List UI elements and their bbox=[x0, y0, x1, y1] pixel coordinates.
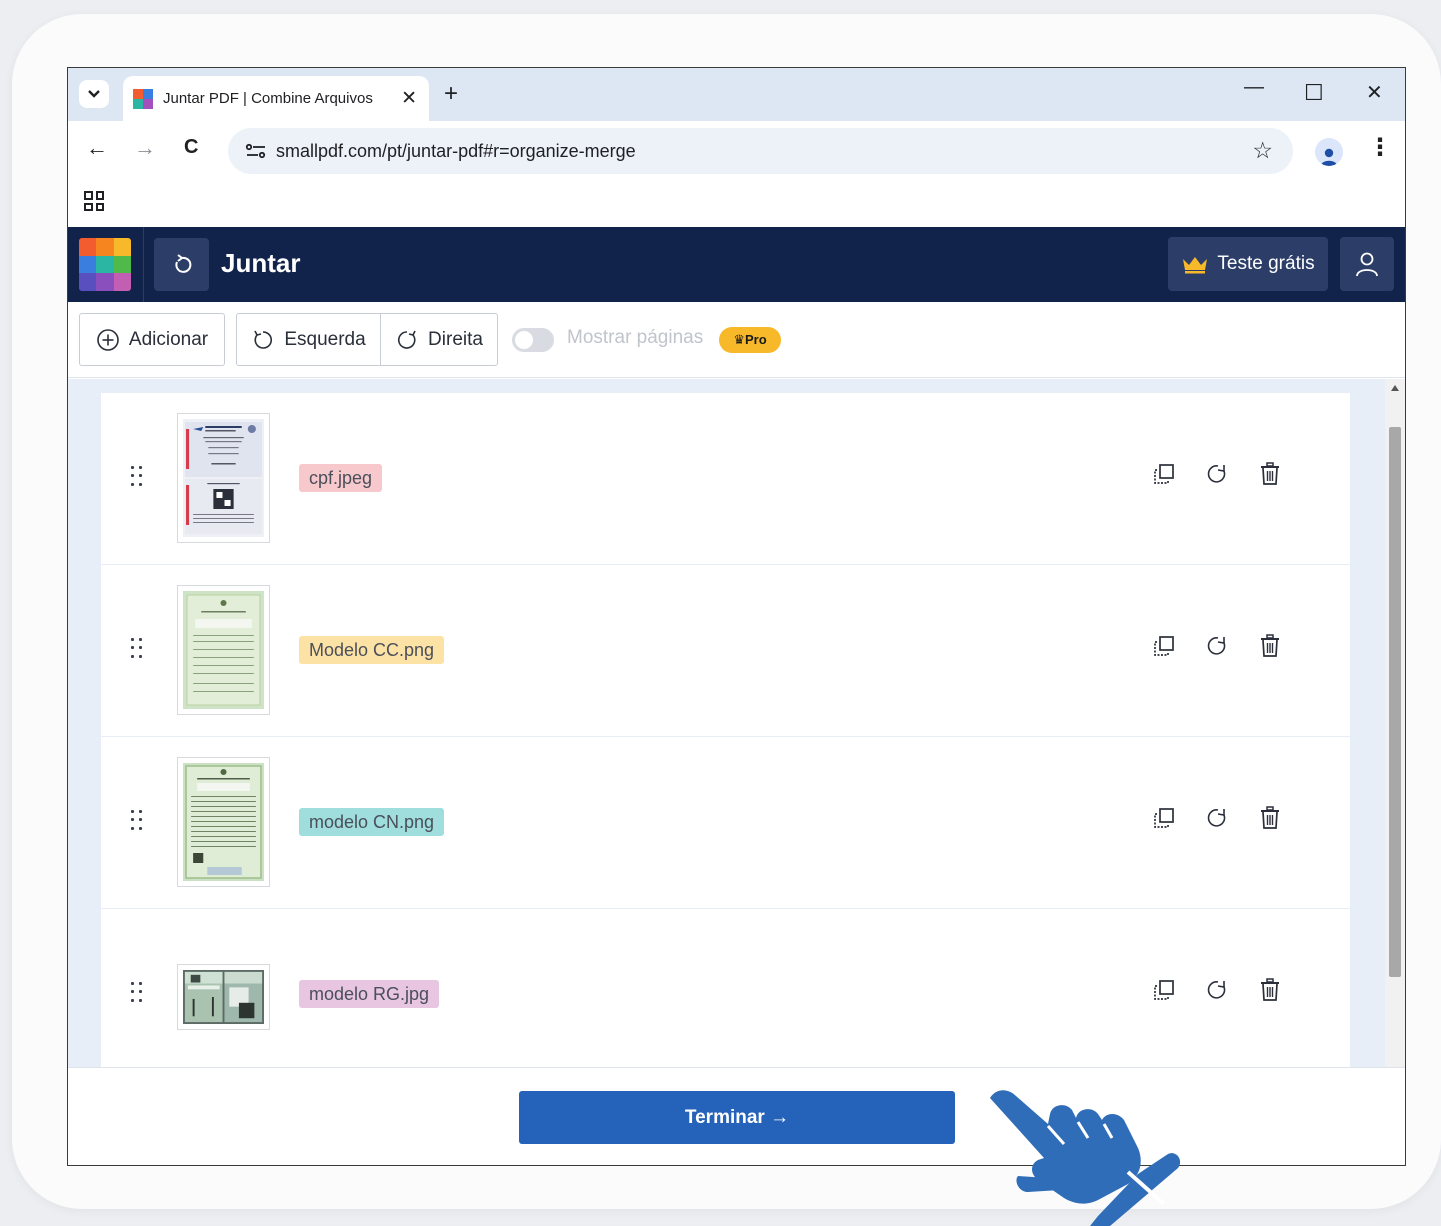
person-icon bbox=[1321, 148, 1337, 166]
browser-menu-icon[interactable]: ⋮ bbox=[1368, 133, 1392, 162]
show-pages-toggle[interactable] bbox=[512, 328, 554, 352]
scrollbar[interactable] bbox=[1385, 379, 1405, 1067]
rotate-left-icon bbox=[254, 330, 273, 349]
rotate-icon[interactable] bbox=[1204, 977, 1230, 1003]
file-name-tag: modelo RG.jpg bbox=[299, 980, 440, 1008]
rotate-left-label: Esquerda bbox=[284, 328, 366, 350]
maximize-button[interactable]: ☐ bbox=[1304, 80, 1324, 106]
back-button[interactable]: ← bbox=[86, 135, 108, 161]
finish-button[interactable]: Terminar → bbox=[519, 1091, 955, 1144]
rotate-right-button[interactable]: Direita bbox=[380, 313, 498, 366]
rotate-right-icon bbox=[398, 330, 416, 349]
drag-handle-icon[interactable] bbox=[131, 982, 143, 1004]
trash-icon[interactable] bbox=[1257, 805, 1283, 831]
smallpdf-logo[interactable] bbox=[79, 238, 131, 291]
header-divider bbox=[143, 227, 144, 302]
browser-window: Juntar PDF | Combine Arquivos ✕ + — ☐ ✕ … bbox=[67, 67, 1406, 1166]
trash-icon[interactable] bbox=[1257, 461, 1283, 487]
file-name-tag: modelo CN.png bbox=[299, 808, 445, 836]
app-header: Juntar Teste grátis bbox=[68, 227, 1405, 302]
apps-grid-icon[interactable] bbox=[84, 191, 104, 211]
file-list-area: cpf.jpeg Modelo CC.png modelo CN.png mod… bbox=[68, 379, 1405, 1067]
pointing-hand-icon bbox=[990, 1090, 1181, 1226]
undo-icon bbox=[174, 253, 191, 273]
minimize-button[interactable]: — bbox=[1244, 76, 1264, 99]
bookmark-star-icon[interactable]: ☆ bbox=[1252, 137, 1273, 164]
scroll-up-arrow-icon[interactable] bbox=[1391, 385, 1399, 391]
url-text: smallpdf.com/pt/juntar-pdf#r=organize-me… bbox=[276, 140, 636, 161]
file-row[interactable]: modelo RG.jpg bbox=[101, 909, 1350, 1067]
user-icon bbox=[1356, 252, 1378, 277]
trash-icon[interactable] bbox=[1257, 977, 1283, 1003]
plus-circle-icon bbox=[97, 328, 119, 351]
bookmarks-bar bbox=[68, 178, 1405, 227]
omnibox[interactable]: smallpdf.com/pt/juntar-pdf#r=organize-me… bbox=[228, 128, 1293, 174]
toolbar: Adicionar Esquerda Direita Mostrar págin… bbox=[68, 302, 1405, 378]
file-name-tag: cpf.jpeg bbox=[299, 464, 383, 492]
cc-document-preview bbox=[183, 591, 264, 709]
free-trial-button[interactable]: Teste grátis bbox=[1168, 237, 1328, 291]
file-row[interactable]: cpf.jpeg bbox=[101, 393, 1350, 564]
free-trial-label: Teste grátis bbox=[1217, 253, 1315, 274]
user-account-button[interactable] bbox=[1340, 237, 1394, 291]
file-thumbnail bbox=[177, 585, 270, 715]
drag-handle-icon[interactable] bbox=[131, 466, 143, 488]
cn-document-preview bbox=[183, 763, 264, 881]
tab-close-icon[interactable]: ✕ bbox=[401, 87, 417, 110]
undo-button[interactable] bbox=[154, 238, 209, 291]
file-list: cpf.jpeg Modelo CC.png modelo CN.png mod… bbox=[101, 393, 1350, 1067]
duplicate-icon[interactable] bbox=[1151, 805, 1177, 831]
site-info-icon bbox=[245, 143, 266, 159]
rotate-left-button[interactable]: Esquerda bbox=[236, 313, 381, 366]
app-title: Juntar bbox=[221, 248, 301, 278]
drag-handle-icon[interactable] bbox=[131, 810, 143, 832]
tab-search-button[interactable] bbox=[79, 80, 109, 108]
chevron-down-icon bbox=[88, 90, 100, 98]
reload-button[interactable]: C bbox=[184, 136, 198, 159]
crown-icon bbox=[1183, 257, 1208, 274]
file-row[interactable]: Modelo CC.png bbox=[101, 565, 1350, 736]
smallpdf-favicon-icon bbox=[133, 88, 153, 109]
scroll-thumb[interactable] bbox=[1389, 427, 1401, 977]
file-thumbnail bbox=[177, 757, 270, 887]
close-window-button[interactable]: ✕ bbox=[1366, 80, 1383, 105]
address-bar-row: ← → C smallpdf.com/pt/juntar-pdf#r=organ… bbox=[68, 121, 1405, 178]
profile-avatar[interactable] bbox=[1315, 138, 1343, 166]
browser-tab[interactable]: Juntar PDF | Combine Arquivos ✕ bbox=[123, 76, 429, 121]
cpf-document-preview bbox=[183, 419, 264, 537]
file-thumbnail bbox=[177, 413, 270, 543]
tab-bar: Juntar PDF | Combine Arquivos ✕ + — ☐ ✕ bbox=[68, 68, 1405, 121]
rotate-right-label: Direita bbox=[428, 328, 483, 350]
forward-button[interactable]: → bbox=[134, 135, 156, 161]
file-row[interactable]: modelo CN.png bbox=[101, 737, 1350, 908]
add-label: Adicionar bbox=[128, 328, 209, 350]
rotate-icon[interactable] bbox=[1204, 805, 1230, 831]
show-pages-label: Mostrar páginas bbox=[567, 327, 704, 348]
rotate-icon[interactable] bbox=[1204, 633, 1230, 659]
tab-title: Juntar PDF | Combine Arquivos bbox=[163, 90, 373, 107]
new-tab-button[interactable]: + bbox=[444, 80, 458, 108]
drag-handle-icon[interactable] bbox=[131, 638, 143, 660]
pro-badge: ♛Pro bbox=[719, 327, 781, 353]
rotate-icon[interactable] bbox=[1204, 461, 1230, 487]
duplicate-icon[interactable] bbox=[1151, 461, 1177, 487]
trash-icon[interactable] bbox=[1257, 633, 1283, 659]
duplicate-icon[interactable] bbox=[1151, 633, 1177, 659]
footer-bar: Terminar → bbox=[68, 1067, 1405, 1165]
duplicate-icon[interactable] bbox=[1151, 977, 1177, 1003]
file-name-tag: Modelo CC.png bbox=[299, 636, 445, 664]
add-button[interactable]: Adicionar bbox=[79, 313, 225, 366]
rg-document-preview bbox=[183, 970, 264, 1024]
file-thumbnail bbox=[177, 964, 270, 1030]
